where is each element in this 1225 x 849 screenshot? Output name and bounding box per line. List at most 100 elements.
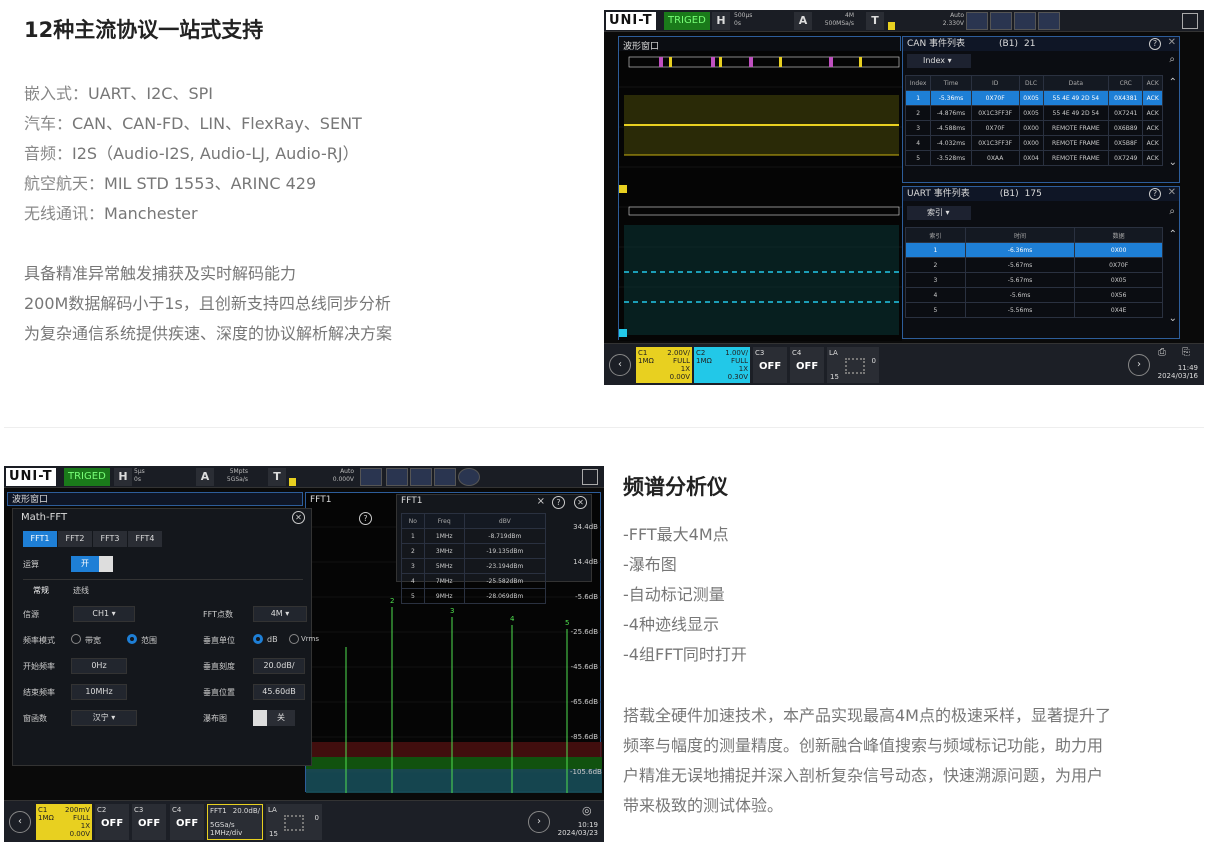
channel-3-box[interactable]: C3 OFF bbox=[132, 804, 166, 840]
waveform-window: 波形窗口 bbox=[618, 36, 902, 341]
source-value: CH1 bbox=[92, 609, 110, 618]
logic-analyzer-box[interactable]: LA 0 15 bbox=[266, 804, 322, 840]
radio-db[interactable] bbox=[253, 634, 263, 644]
vertical-scale-input[interactable]: 20.0dB/ bbox=[253, 658, 305, 674]
close-icon[interactable]: ✕ bbox=[1168, 37, 1176, 48]
search-icon[interactable]: ⌕ bbox=[1169, 206, 1175, 217]
table-row[interactable]: 2 3MHz -19.135dBm bbox=[401, 543, 547, 559]
y-label: -45.6dB bbox=[570, 663, 598, 671]
expand-icon[interactable]: ⨯ bbox=[537, 496, 545, 507]
search-circle-icon[interactable] bbox=[458, 468, 480, 486]
channel-4-box[interactable]: C4 OFF bbox=[790, 347, 824, 383]
clock-time: 10:19 bbox=[577, 821, 598, 829]
help-icon[interactable]: ? bbox=[359, 512, 372, 525]
next-arrow-icon[interactable]: › bbox=[1128, 354, 1150, 376]
table-row[interactable]: 5 9MHz -28.069dBm bbox=[401, 588, 547, 604]
search-icon[interactable]: ⌕ bbox=[1169, 54, 1175, 65]
scroll-down-icon[interactable]: ⌄ bbox=[1169, 313, 1177, 324]
close-icon[interactable]: ✕ bbox=[1168, 187, 1176, 198]
measure-icon[interactable] bbox=[386, 468, 408, 486]
cell: 1 bbox=[401, 528, 425, 544]
start-freq-input[interactable]: 0Hz bbox=[71, 658, 127, 674]
la-grid-icon bbox=[284, 815, 304, 831]
cursor-icon[interactable] bbox=[360, 468, 382, 486]
operation-toggle[interactable]: 开 bbox=[71, 556, 99, 572]
channel-3-box[interactable]: C3 OFF bbox=[753, 347, 787, 383]
table-row[interactable]: 2 -5.67ms 0X70F bbox=[905, 257, 1163, 273]
table-row[interactable]: 3 5MHz -23.194dBm bbox=[401, 558, 547, 574]
save-icon[interactable]: ⎙ bbox=[1158, 347, 1166, 358]
end-freq-input[interactable]: 10MHz bbox=[71, 684, 127, 700]
network-icon[interactable]: ⎘ bbox=[1182, 347, 1190, 358]
logic-analyzer-box[interactable]: LA 0 15 bbox=[827, 347, 879, 383]
table-row[interactable]: 1 1MHz -8.719dBm bbox=[401, 528, 547, 544]
prev-arrow-icon[interactable]: ‹ bbox=[609, 354, 631, 376]
close-icon[interactable]: ✕ bbox=[292, 511, 305, 524]
tab-trace[interactable]: 迹线 bbox=[73, 585, 89, 596]
tab-fft1[interactable]: FFT1 bbox=[23, 531, 57, 547]
table-row[interactable]: 5 -3.528ms 0XAA 0X04 REMOTE FRAME 0X7249 ACK bbox=[904, 150, 1163, 166]
table-row[interactable]: 5 -5.56ms 0X4E bbox=[905, 302, 1163, 318]
layout-grid-icon[interactable] bbox=[1182, 13, 1198, 29]
measure-icon[interactable] bbox=[990, 12, 1012, 30]
table-row[interactable]: 2 -4.876ms 0X1C3FF3F 0X05 55 4E 49 2D 54 0X72… bbox=[904, 105, 1163, 121]
channel-1-line: 1MΩ FULL bbox=[38, 814, 90, 822]
table-row[interactable]: 4 7MHz -25.582dBm bbox=[401, 573, 547, 589]
table-row[interactable]: 4 -4.032ms 0X1C3FF3F 0X00 REMOTE FRAME 0X5B8F… bbox=[904, 135, 1163, 151]
radio-range[interactable] bbox=[127, 634, 137, 644]
tab-general[interactable]: 常规 bbox=[33, 585, 49, 596]
horizontal-button[interactable]: H bbox=[114, 468, 132, 486]
decode-icon[interactable] bbox=[1038, 12, 1060, 30]
tab-fft2[interactable]: FFT2 bbox=[58, 531, 92, 547]
channel-1-box[interactable]: C1 2.00V/ 1MΩ FULL 1X 0.00V bbox=[636, 347, 692, 383]
feature-line: -FFT最大4M点 bbox=[623, 525, 729, 544]
fft-points-select[interactable]: 4M ▾ bbox=[253, 606, 307, 622]
table-row[interactable]: 1 -5.36ms 0X70F 0X05 55 4E 49 2D 54 0X4381 ACK bbox=[904, 90, 1163, 106]
scroll-up-icon[interactable]: ⌃ bbox=[1169, 229, 1177, 240]
layout-grid-icon[interactable] bbox=[582, 469, 598, 485]
table-row[interactable]: 3 -5.67ms 0X05 bbox=[905, 272, 1163, 288]
channel-2-box[interactable]: C2 OFF bbox=[95, 804, 129, 840]
cursor-icon[interactable] bbox=[966, 12, 988, 30]
vertical-position-input[interactable]: 45.60dB bbox=[253, 684, 305, 700]
math-icon[interactable] bbox=[1014, 12, 1036, 30]
acquire-button[interactable]: A bbox=[794, 12, 812, 30]
source-select[interactable]: CH1 ▾ bbox=[73, 606, 135, 622]
window-select[interactable]: 汉宁 ▾ bbox=[71, 710, 137, 726]
cell: 0X00 bbox=[1018, 120, 1044, 136]
waterfall-toggle[interactable]: 关 bbox=[267, 710, 295, 726]
math-icon[interactable] bbox=[410, 468, 432, 486]
close-icon[interactable]: ✕ bbox=[574, 496, 587, 509]
trigger-mode: Auto bbox=[950, 12, 964, 19]
tab-fft3[interactable]: FFT3 bbox=[93, 531, 127, 547]
table-row[interactable]: 1 -6.36ms 0X00 bbox=[905, 242, 1163, 258]
trigger-button[interactable]: T bbox=[268, 468, 286, 486]
trigger-button[interactable]: T bbox=[866, 12, 884, 30]
prev-arrow-icon[interactable]: ‹ bbox=[9, 811, 31, 833]
horizontal-button[interactable]: H bbox=[712, 12, 730, 30]
index-select[interactable]: Index ▾ bbox=[907, 54, 971, 68]
fft-channel-box[interactable]: FFT1 20.0dB/ 5GSa/s 1MHz/div bbox=[207, 804, 263, 840]
globe-icon[interactable]: ◎ bbox=[582, 804, 592, 817]
tab-fft4[interactable]: FFT4 bbox=[128, 531, 162, 547]
cell: 4 bbox=[905, 287, 966, 303]
acquire-button[interactable]: A bbox=[196, 468, 214, 486]
channel-1-box[interactable]: C1 200mV 1MΩ FULL 1X 0.00V bbox=[36, 804, 92, 840]
help-icon[interactable]: ? bbox=[1149, 38, 1161, 50]
next-arrow-icon[interactable]: › bbox=[528, 811, 550, 833]
table-row[interactable]: 4 -5.6ms 0X56 bbox=[905, 287, 1163, 303]
channel-4-box[interactable]: C4 OFF bbox=[170, 804, 204, 840]
help-icon[interactable]: ? bbox=[1149, 188, 1161, 200]
help-icon[interactable]: ? bbox=[552, 496, 565, 509]
scroll-up-icon[interactable]: ⌃ bbox=[1169, 77, 1177, 88]
cell: 0X4381 bbox=[1108, 90, 1144, 106]
index-select[interactable]: 索引 ▾ bbox=[907, 206, 971, 220]
scroll-down-icon[interactable]: ⌄ bbox=[1169, 157, 1177, 168]
table-row[interactable]: 3 -4.588ms 0X70F 0X00 REMOTE FRAME 0X6B89 ACK bbox=[904, 120, 1163, 136]
desc-line: 200M数据解码小于1s，且创新支持四总线同步分析 bbox=[24, 294, 391, 313]
channel-2-box[interactable]: C2 1.00V/ 1MΩ FULL 1X 0.30V bbox=[694, 347, 750, 383]
radio-bandwidth[interactable] bbox=[71, 634, 81, 644]
radio-vrms[interactable] bbox=[289, 634, 299, 644]
cell: 0X05 bbox=[1018, 105, 1044, 121]
decode-icon[interactable] bbox=[434, 468, 456, 486]
